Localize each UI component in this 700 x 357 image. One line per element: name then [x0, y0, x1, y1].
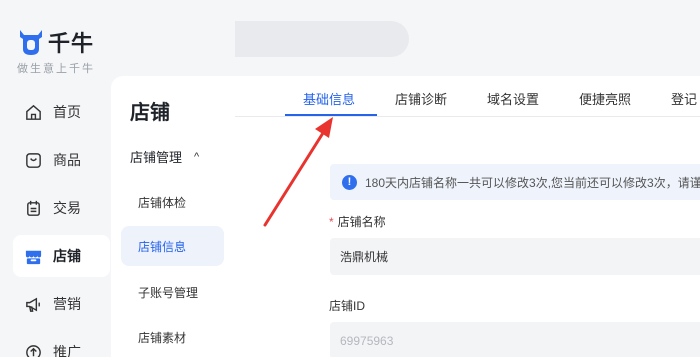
qianniu-logo-icon	[20, 30, 42, 55]
tab-store-diagnosis[interactable]: 店铺诊断	[395, 89, 447, 108]
trade-icon	[27, 200, 40, 216]
nav-item-marketing[interactable]: 营销	[13, 283, 110, 325]
nav-item-label: 首页	[53, 104, 81, 120]
nav-item-trade[interactable]: 交易	[13, 187, 110, 229]
rename-limit-notice: ! 180天内店铺名称一共可以修改3次,您当前还可以修改3次，请谨	[330, 164, 700, 200]
sub-nav-title: 店铺	[130, 102, 170, 124]
store-name-label: * 店铺名称	[329, 213, 386, 230]
nav-item-products[interactable]: 商品	[13, 139, 110, 181]
info-icon: !	[342, 174, 357, 190]
megaphone-icon	[26, 297, 40, 312]
store-name-input[interactable]	[330, 238, 700, 275]
store-icon	[25, 250, 42, 264]
brand-slogan: 做生意上千牛	[17, 63, 95, 75]
sub-nav-item-store-checkup[interactable]: 店铺体检	[121, 182, 224, 222]
chevron-up-icon: ^	[194, 150, 200, 163]
tab-basic-info[interactable]: 基础信息	[303, 89, 355, 108]
sub-nav-item-store-info[interactable]: 店铺信息	[121, 226, 224, 266]
sub-nav-group-label: 店铺管理	[130, 150, 183, 165]
sub-nav-item-sub-accounts[interactable]: 子账号管理	[121, 272, 224, 312]
nav-item-store[interactable]: 店铺	[13, 235, 110, 277]
tab-license-display[interactable]: 便捷亮照	[579, 89, 631, 108]
sub-nav-group-store-management[interactable]: 店铺管理 ^	[130, 147, 199, 166]
tab-registration[interactable]: 登记	[671, 89, 697, 108]
sub-nav-item-label: 店铺体检	[138, 195, 187, 210]
sub-nav-panel: 店铺 店铺管理 ^ 店铺体检 店铺信息 子账号管理 店铺素材	[111, 0, 235, 357]
store-id-label: 店铺ID	[329, 299, 366, 313]
nav-item-label: 营销	[53, 296, 81, 312]
active-tab-indicator	[285, 114, 377, 116]
brand-name: 千牛	[48, 31, 95, 56]
store-name-label-text: 店铺名称	[337, 215, 386, 229]
sub-nav-item-store-assets[interactable]: 店铺素材	[121, 317, 224, 357]
main-content: 基础信息 店铺诊断 域名设置 便捷亮照 登记 ! 180天内店铺名称一共可以修改…	[235, 76, 700, 357]
nav-item-promote[interactable]: 推广	[13, 331, 110, 357]
notice-text: 180天内店铺名称一共可以修改3次,您当前还可以修改3次，请谨	[365, 175, 700, 190]
tab-bar: 基础信息 店铺诊断 域名设置 便捷亮照 登记	[235, 76, 700, 117]
nav-item-label: 店铺	[53, 248, 81, 264]
promote-icon	[26, 344, 41, 357]
sub-nav-item-label: 子账号管理	[138, 285, 199, 300]
home-icon	[26, 104, 41, 120]
main-nav-rail: 千牛 做生意上千牛 首页 商品 交易 店铺 营销 推广	[0, 0, 111, 357]
qianniu-logo[interactable]: 千牛	[17, 26, 94, 58]
store-id-input	[330, 322, 700, 357]
sub-nav-item-label: 店铺素材	[138, 330, 187, 345]
required-mark: *	[329, 215, 334, 229]
nav-item-label: 推广	[53, 344, 81, 357]
tab-domain-settings[interactable]: 域名设置	[487, 89, 539, 108]
sub-nav-item-label: 店铺信息	[138, 239, 187, 254]
product-icon	[26, 152, 41, 168]
search-input[interactable]	[210, 31, 400, 47]
nav-item-label: 商品	[53, 152, 81, 168]
nav-item-home[interactable]: 首页	[13, 91, 110, 133]
nav-item-label: 交易	[53, 200, 81, 216]
